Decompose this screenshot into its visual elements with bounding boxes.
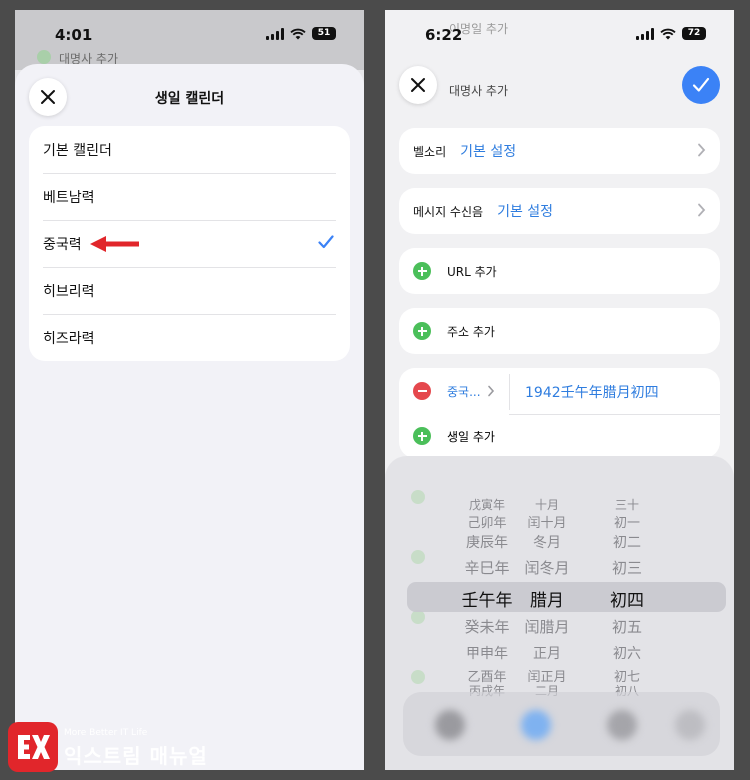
status-time: 6:22 (425, 26, 463, 44)
add-birthday-label: 생일 추가 (447, 429, 495, 444)
option-label: 히브리력 (43, 283, 95, 300)
battery-icon: 51 (312, 27, 336, 40)
lunar-date-picker[interactable]: 戊寅年 己卯年 庚辰年 辛巳年 壬午年 癸未年 甲申年 乙酉年 丙戌年 十月 闰… (385, 456, 734, 770)
calendar-option-gregorian[interactable]: 기본 캘린더 (29, 126, 350, 173)
chevron-right-icon (698, 143, 706, 157)
calendar-option-hijri[interactable]: 히즈라력 (29, 314, 350, 361)
add-circle-icon (413, 322, 431, 340)
calendar-option-vietnamese[interactable]: 베트남력 (29, 173, 350, 220)
divider (509, 374, 510, 410)
add-address-row[interactable]: 주소 추가 (399, 308, 720, 354)
checkmark-icon (318, 235, 334, 249)
blurred-add-icon (411, 670, 425, 684)
cancel-button[interactable] (399, 66, 437, 104)
cellular-signal-icon (636, 27, 654, 40)
status-bar: 4:01 51 (15, 24, 364, 48)
contact-edit-header: 대명사 추가 (399, 66, 720, 118)
chevron-right-icon (698, 203, 706, 217)
option-label: 베트남력 (43, 189, 95, 206)
done-button[interactable] (682, 66, 720, 104)
picker-option: 初六 (613, 646, 641, 662)
ringtone-value: 기본 설정 (460, 144, 517, 160)
picker-option: 十月 (534, 498, 559, 512)
add-circle-icon (37, 50, 51, 64)
birthday-card: 중국... 1942壬午年腊月初四 생일 추가 (399, 368, 720, 458)
cellular-signal-icon (266, 27, 284, 40)
watermark-tagline: More Better IT Life (64, 728, 148, 738)
calendar-option-hebrew[interactable]: 히브리력 (29, 267, 350, 314)
blurred-icon (521, 710, 551, 740)
right-phone-screen: 이명일 추가 6:22 72 대명사 추가 벨소리 기본 설정 메시지 수신음 … (385, 10, 734, 770)
picker-option: 初二 (613, 535, 641, 551)
red-arrow-icon (90, 236, 139, 252)
picker-option: 三十 (614, 498, 639, 512)
ex-logo-icon (18, 735, 50, 759)
picker-option: 闰冬月 (524, 559, 570, 577)
picker-option: 冬月 (533, 535, 561, 551)
close-icon (411, 78, 425, 92)
wifi-icon (290, 28, 306, 39)
chevron-right-icon (487, 385, 494, 397)
picker-option: 初五 (611, 618, 642, 636)
add-pronoun-row[interactable]: 대명사 추가 (449, 82, 508, 99)
blurred-icon (675, 710, 705, 740)
birthday-calendar-sheet: 생일 캘린더 기본 캘린더 베트남력 중국력 히브리력 히즈라력 (15, 64, 364, 770)
add-birthday-row[interactable]: 생일 추가 (399, 414, 720, 458)
wifi-icon (660, 28, 676, 39)
picker-option: 初三 (611, 559, 642, 577)
checkmark-icon (692, 77, 710, 92)
picker-option: 闰腊月 (524, 618, 570, 636)
blurred-add-icon (411, 610, 425, 624)
blurred-add-icon (411, 550, 425, 564)
calendar-option-chinese[interactable]: 중국력 (29, 220, 350, 267)
remove-circle-icon[interactable] (413, 382, 431, 400)
blurred-action-bar (403, 692, 720, 756)
calendar-options-list: 기본 캘린더 베트남력 중국력 히브리력 히즈라력 (29, 126, 350, 361)
option-label: 기본 캘린더 (43, 142, 112, 159)
sheet-title: 생일 캘린더 (154, 91, 225, 107)
picker-option-selected: 初四 (610, 591, 644, 611)
picker-option: 初一 (613, 516, 640, 531)
add-circle-icon (413, 262, 431, 280)
ringtone-row[interactable]: 벨소리 기본 설정 (399, 128, 720, 174)
status-bar: 6:22 72 (385, 24, 734, 48)
option-label: 중국력 (43, 236, 82, 253)
option-label: 히즈라력 (43, 330, 95, 347)
picker-option: 正月 (533, 646, 561, 662)
blurred-icon (435, 710, 465, 740)
birthday-date-value[interactable]: 1942壬午年腊月初四 (525, 382, 659, 402)
add-address-label: 주소 추가 (447, 324, 495, 339)
ringtone-label: 벨소리 (413, 144, 447, 159)
birthday-calendar-selector[interactable]: 중국... (447, 383, 481, 400)
text-tone-label: 메시지 수신음 (413, 204, 484, 219)
add-circle-icon (413, 427, 431, 445)
blurred-add-icon (411, 490, 425, 504)
left-phone-screen: 대명사 추가 4:01 51 생일 캘린더 기본 캘린더 베트남력 중국력 히브… (15, 10, 364, 770)
extreme-manual-logo (8, 722, 58, 772)
blurred-icon (607, 710, 637, 740)
picker-option-selected: 腊月 (530, 591, 564, 611)
picker-option: 闰十月 (527, 516, 567, 531)
text-tone-value: 기본 설정 (497, 204, 554, 220)
add-url-row[interactable]: URL 추가 (399, 248, 720, 294)
add-url-label: URL 추가 (447, 264, 497, 279)
battery-icon: 72 (682, 27, 706, 40)
status-time: 4:01 (55, 26, 93, 44)
watermark-brand: 익스트림 매뉴얼 (64, 744, 208, 768)
text-tone-row[interactable]: 메시지 수신음 기본 설정 (399, 188, 720, 234)
